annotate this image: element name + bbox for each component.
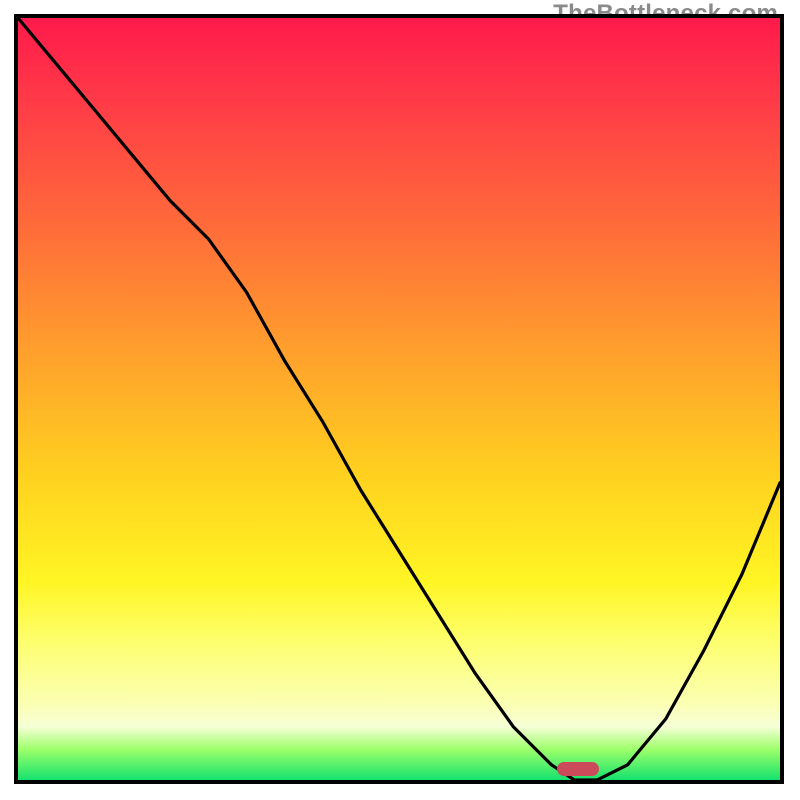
chart-frame: [14, 14, 784, 784]
chart-gradient-background: [18, 18, 780, 780]
optimal-range-marker: [557, 762, 599, 776]
